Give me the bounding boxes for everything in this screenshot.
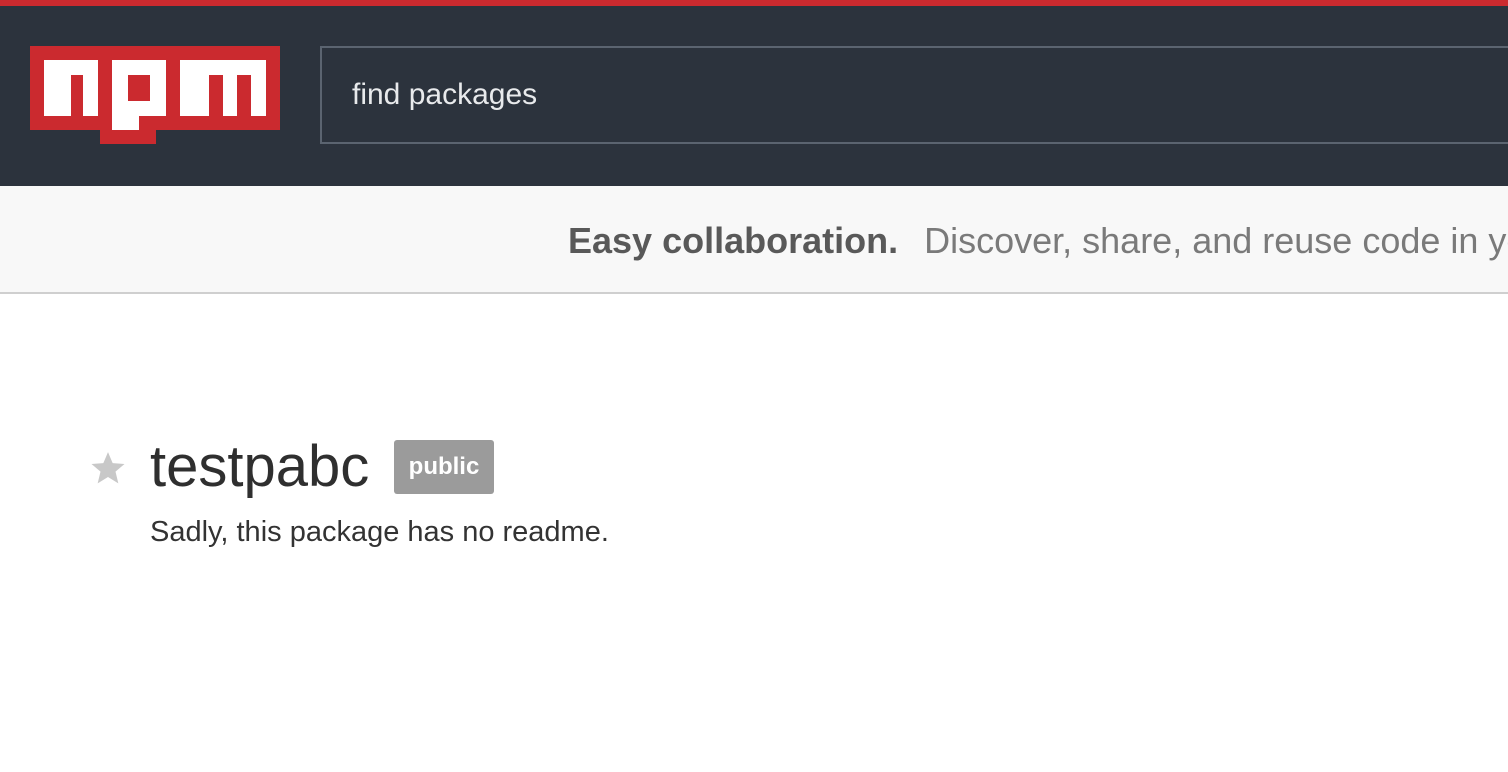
npm-logo-icon (30, 46, 280, 144)
search-box (320, 46, 1508, 144)
npm-logo[interactable] (30, 46, 280, 144)
tagline: Easy collaboration. Discover, share, and … (568, 220, 1508, 262)
tagline-bar: Easy collaboration. Discover, share, and … (0, 186, 1508, 294)
site-header (0, 6, 1508, 186)
tagline-bold: Easy collaboration. (568, 220, 899, 261)
package-area: testpabc public Sadly, this package has … (0, 296, 1508, 772)
tagline-text: Discover, share, and reuse code in yo (924, 220, 1508, 261)
readme-message: Sadly, this package has no readme. (150, 516, 609, 548)
package-name: testpabc (150, 434, 370, 499)
star-icon[interactable] (88, 448, 128, 488)
visibility-badge: public (394, 440, 494, 494)
search-input[interactable] (352, 48, 1452, 142)
